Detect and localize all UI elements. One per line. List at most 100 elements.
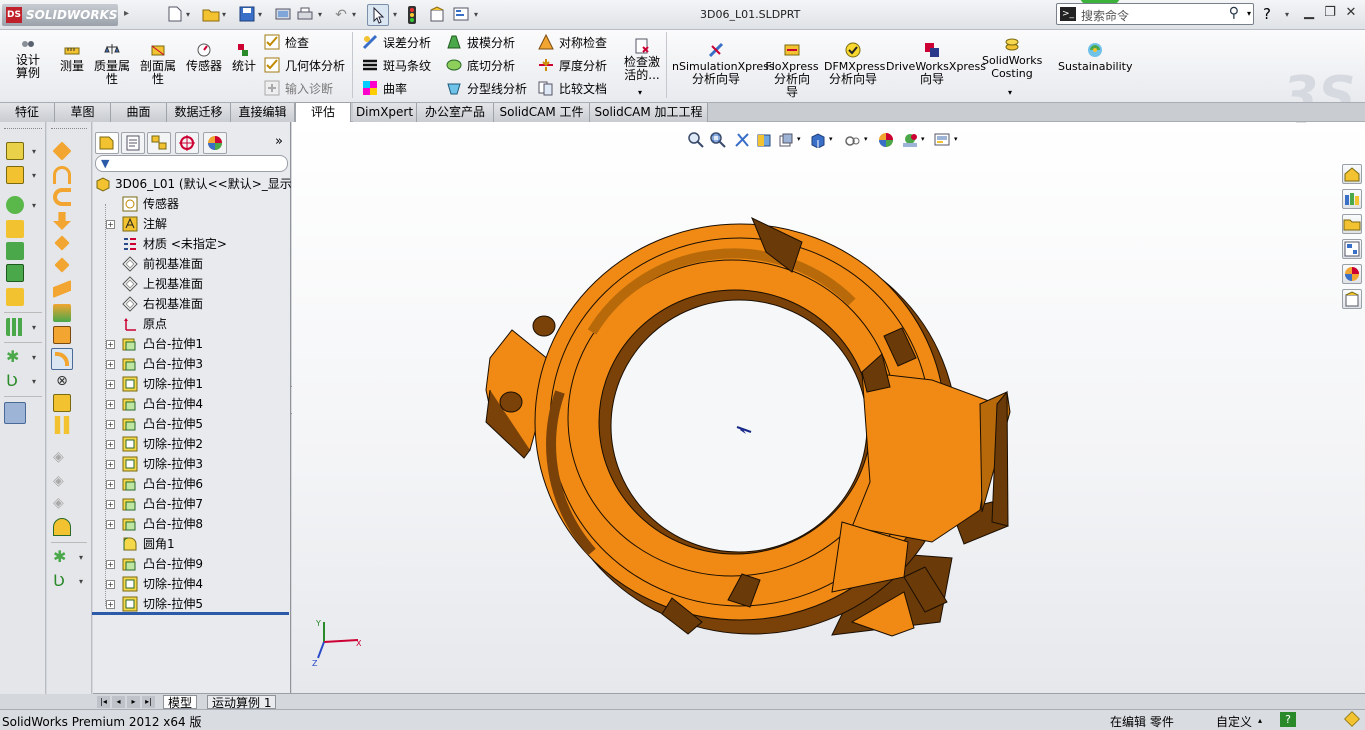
boundary-icon[interactable]: [6, 242, 24, 260]
tree-item[interactable]: + 切除-拉伸4: [101, 574, 291, 594]
tree-item[interactable]: 上视基准面: [101, 274, 291, 294]
tree-filter-input[interactable]: ▼: [95, 155, 288, 172]
delete-body-icon[interactable]: ⊗: [53, 372, 71, 390]
tab-model[interactable]: 模型: [163, 695, 198, 710]
expand-icon[interactable]: +: [106, 440, 115, 449]
tree-item[interactable]: + 凸台-拉伸3: [101, 354, 291, 374]
chevron-down-icon[interactable]: ▾: [393, 10, 397, 19]
section-properties-button[interactable]: 剖面属性: [138, 42, 178, 86]
tree-item[interactable]: + 凸台-拉伸7: [101, 494, 291, 514]
displaymanager-tab[interactable]: [203, 132, 227, 154]
dfmxpress-button[interactable]: DFMXpress 分析向导: [824, 42, 885, 86]
tab-data-migration[interactable]: 数据迁移: [167, 103, 231, 122]
freeform-icon[interactable]: ◈: [53, 494, 71, 512]
combine-icon[interactable]: [53, 326, 71, 344]
reference-geometry-icon[interactable]: ✱: [53, 548, 71, 566]
configurationmanager-tab[interactable]: [147, 132, 171, 154]
expand-icon[interactable]: +: [106, 420, 115, 429]
chevron-down-icon[interactable]: ▾: [829, 135, 833, 143]
expand-icon[interactable]: +: [106, 480, 115, 489]
rebuild-icon[interactable]: [274, 6, 292, 24]
deviation-analysis-button[interactable]: 误差分析: [362, 34, 431, 51]
view-settings-icon[interactable]: [934, 132, 950, 148]
hide-show-items-icon[interactable]: [844, 132, 860, 148]
expand-icon[interactable]: +: [106, 400, 115, 409]
dimxpertmanager-tab[interactable]: [175, 132, 199, 154]
tree-item[interactable]: + 凸台-拉伸8: [101, 514, 291, 534]
wrap-icon[interactable]: [54, 257, 70, 273]
part-model-3d[interactable]: [472, 202, 1032, 642]
expand-icon[interactable]: +: [106, 500, 115, 509]
traffic-light-icon[interactable]: [408, 6, 416, 24]
linear-pattern-icon[interactable]: [6, 318, 24, 336]
tile-icon[interactable]: ⊟: [1250, 122, 1259, 123]
mirror-icon[interactable]: [53, 304, 71, 322]
thickness-analysis-button[interactable]: 厚度分析: [538, 57, 607, 74]
fillet-icon[interactable]: [52, 141, 72, 161]
boss-extrude-icon[interactable]: [6, 142, 24, 160]
curves-icon[interactable]: Ʋ: [6, 372, 24, 390]
tab-solidcam-machining[interactable]: SolidCAM 加工工程: [590, 103, 708, 122]
close-icon[interactable]: ✕: [1340, 122, 1351, 123]
simulationxpress-button[interactable]: nSimulationXpress 分析向导: [672, 42, 775, 86]
tree-item[interactable]: 材质 <未指定>: [101, 234, 291, 254]
design-study-button[interactable]: 设计算例: [6, 36, 50, 80]
edit-appearance-icon[interactable]: [878, 132, 894, 148]
graphics-area[interactable]: ▾ ▾ ▾ ▾ ▾ ⊟ ⊟ ▁ ❐ ✕: [292, 122, 1365, 693]
chevron-down-icon[interactable]: ▾: [318, 10, 322, 19]
expand-icon[interactable]: +: [106, 220, 115, 229]
chevron-down-icon[interactable]: ▾: [32, 147, 36, 156]
expand-icon[interactable]: +: [106, 580, 115, 589]
tree-item[interactable]: + 凸台-拉伸9: [101, 554, 291, 574]
menu-arrow-icon[interactable]: ▸: [124, 8, 129, 19]
view-orientation-icon[interactable]: [778, 132, 794, 148]
tree-item[interactable]: + 凸台-拉伸5: [101, 414, 291, 434]
tree-item[interactable]: 右视基准面: [101, 294, 291, 314]
chevron-down-icon[interactable]: ▾: [1247, 9, 1251, 18]
split-icon[interactable]: [53, 394, 71, 412]
chevron-down-icon[interactable]: ▾: [79, 577, 83, 586]
design-library-icon[interactable]: [1342, 189, 1362, 209]
tree-item[interactable]: 传感器: [101, 194, 291, 214]
new-icon[interactable]: [166, 6, 184, 24]
status-units[interactable]: 自定义: [1216, 713, 1252, 730]
statistics-button[interactable]: 统计: [230, 42, 258, 73]
custom-properties-icon[interactable]: [1342, 289, 1362, 309]
search-icon[interactable]: ⚲: [1229, 5, 1239, 21]
print-icon[interactable]: [296, 6, 314, 24]
symmetry-check-button[interactable]: 对称检查: [538, 34, 607, 51]
tree-item[interactable]: 原点: [101, 314, 291, 334]
tab-direct-editing[interactable]: 直接编辑: [231, 103, 295, 122]
open-icon[interactable]: [202, 6, 220, 24]
zoom-to-fit-icon[interactable]: [688, 132, 704, 148]
chevron-down-icon[interactable]: ▾: [797, 135, 801, 143]
apply-scene-icon[interactable]: [902, 132, 918, 148]
undo-icon[interactable]: ↶: [332, 6, 350, 24]
loft-icon[interactable]: [6, 220, 24, 238]
propertymanager-tab[interactable]: [121, 132, 145, 154]
options-icon[interactable]: [452, 6, 470, 24]
section-view-icon[interactable]: [756, 132, 772, 148]
close-icon[interactable]: ✕: [1342, 4, 1360, 22]
featuremanager-tab[interactable]: [95, 132, 119, 154]
flex-icon[interactable]: [51, 348, 73, 370]
tree-item[interactable]: + 切除-拉伸2: [101, 434, 291, 454]
expand-icon[interactable]: +: [106, 360, 115, 369]
help-icon[interactable]: ?: [1263, 5, 1271, 23]
floxpress-button[interactable]: FloXpress 分析向导: [764, 42, 820, 99]
rib-icon[interactable]: [53, 188, 71, 206]
tab-office-products[interactable]: 办公室产品: [417, 103, 494, 122]
chevron-down-icon[interactable]: ▾: [32, 353, 36, 362]
tree-item[interactable]: + 凸台-拉伸4: [101, 394, 291, 414]
expand-icon[interactable]: +: [106, 340, 115, 349]
check-active-document-button[interactable]: 检查激活的...: [620, 38, 664, 82]
expand-icon[interactable]: +: [106, 600, 115, 609]
curves-icon[interactable]: Ʋ: [53, 572, 71, 590]
tree-item[interactable]: + 凸台-拉伸6: [101, 474, 291, 494]
zebra-stripes-button[interactable]: 斑马条纹: [362, 57, 431, 74]
tree-item[interactable]: + 切除-拉伸1: [101, 374, 291, 394]
tree-item[interactable]: + 注解: [101, 214, 291, 234]
tab-sketch[interactable]: 草图: [55, 103, 111, 122]
tree-item[interactable]: 圆角1: [101, 534, 291, 554]
geometry-analysis-button[interactable]: 几何体分析: [264, 57, 345, 74]
